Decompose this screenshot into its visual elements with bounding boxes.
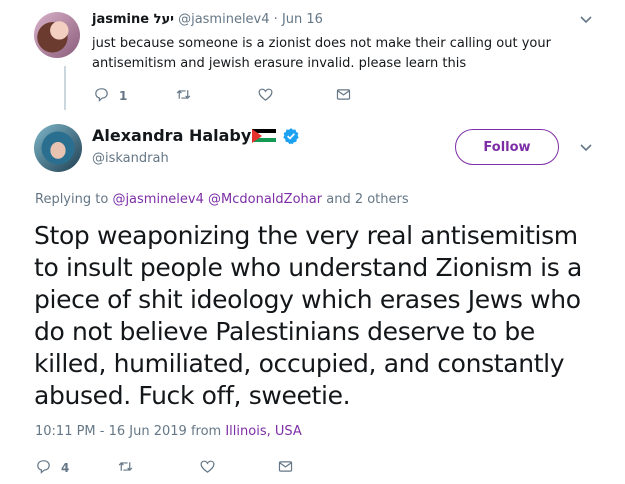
- replying-user-link[interactable]: @McdonaldZohar: [208, 192, 322, 207]
- reply-button[interactable]: 1: [93, 86, 175, 106]
- retweet-button[interactable]: [175, 86, 257, 106]
- chevron-down-icon[interactable]: [579, 140, 593, 158]
- main-tweet-actions: 4: [35, 458, 294, 478]
- like-button[interactable]: [199, 458, 277, 478]
- parent-tweet-header: jasmine יעל @jasminelev4 · Jun 16: [92, 12, 323, 27]
- meta-separator: ·: [273, 12, 278, 27]
- verified-badge-icon: [282, 127, 300, 145]
- parent-tweet-actions: 1: [93, 86, 352, 106]
- main-tweet-text: Stop weaponizing the very real antisemit…: [34, 221, 582, 410]
- retweet-button[interactable]: [117, 458, 199, 478]
- reply-count: 1: [119, 89, 128, 103]
- main-avatar[interactable]: [34, 124, 82, 172]
- parent-tweet-text: just because someone is a zionist does n…: [92, 36, 551, 71]
- replying-others[interactable]: and 2 others: [326, 192, 408, 207]
- replying-user-link[interactable]: @jasminelev4: [112, 192, 203, 207]
- like-button[interactable]: [257, 86, 335, 106]
- parent-tweet-date[interactable]: Jun 16: [282, 12, 323, 27]
- main-user-name-row: Alexandra Halaby: [92, 126, 300, 145]
- parent-avatar[interactable]: [34, 12, 80, 58]
- main-user-handle[interactable]: @iskandrah: [92, 151, 169, 166]
- envelope-icon: [277, 458, 294, 478]
- chevron-down-icon[interactable]: [579, 12, 593, 30]
- retweet-icon: [117, 458, 134, 478]
- tweet-location-link[interactable]: Illinois, USA: [225, 424, 301, 439]
- replying-prefix: Replying to: [35, 192, 109, 207]
- envelope-icon: [335, 86, 352, 106]
- direct-message-button[interactable]: [335, 86, 352, 106]
- reply-button[interactable]: 4: [35, 458, 117, 478]
- retweet-icon: [175, 86, 192, 106]
- heart-icon: [257, 86, 274, 106]
- reply-icon: [35, 458, 52, 478]
- tweet-time[interactable]: 10:11 PM - 16 Jun 2019 from: [35, 424, 221, 439]
- tweet-timestamp: 10:11 PM - 16 Jun 2019 from Illinois, US…: [35, 424, 302, 439]
- follow-button[interactable]: Follow: [455, 129, 559, 165]
- thread-connector-line: [64, 66, 66, 110]
- reply-count: 4: [61, 461, 70, 475]
- palestine-flag-icon: [252, 128, 277, 143]
- reply-icon: [93, 86, 110, 106]
- parent-user-handle[interactable]: @jasminelev4: [178, 12, 269, 27]
- main-user-name[interactable]: Alexandra Halaby: [92, 126, 251, 145]
- replying-to-line: Replying to @jasminelev4 @McdonaldZohar …: [35, 192, 409, 207]
- parent-user-name[interactable]: jasmine יעל: [92, 12, 174, 27]
- heart-icon: [199, 458, 216, 478]
- direct-message-button[interactable]: [277, 458, 294, 478]
